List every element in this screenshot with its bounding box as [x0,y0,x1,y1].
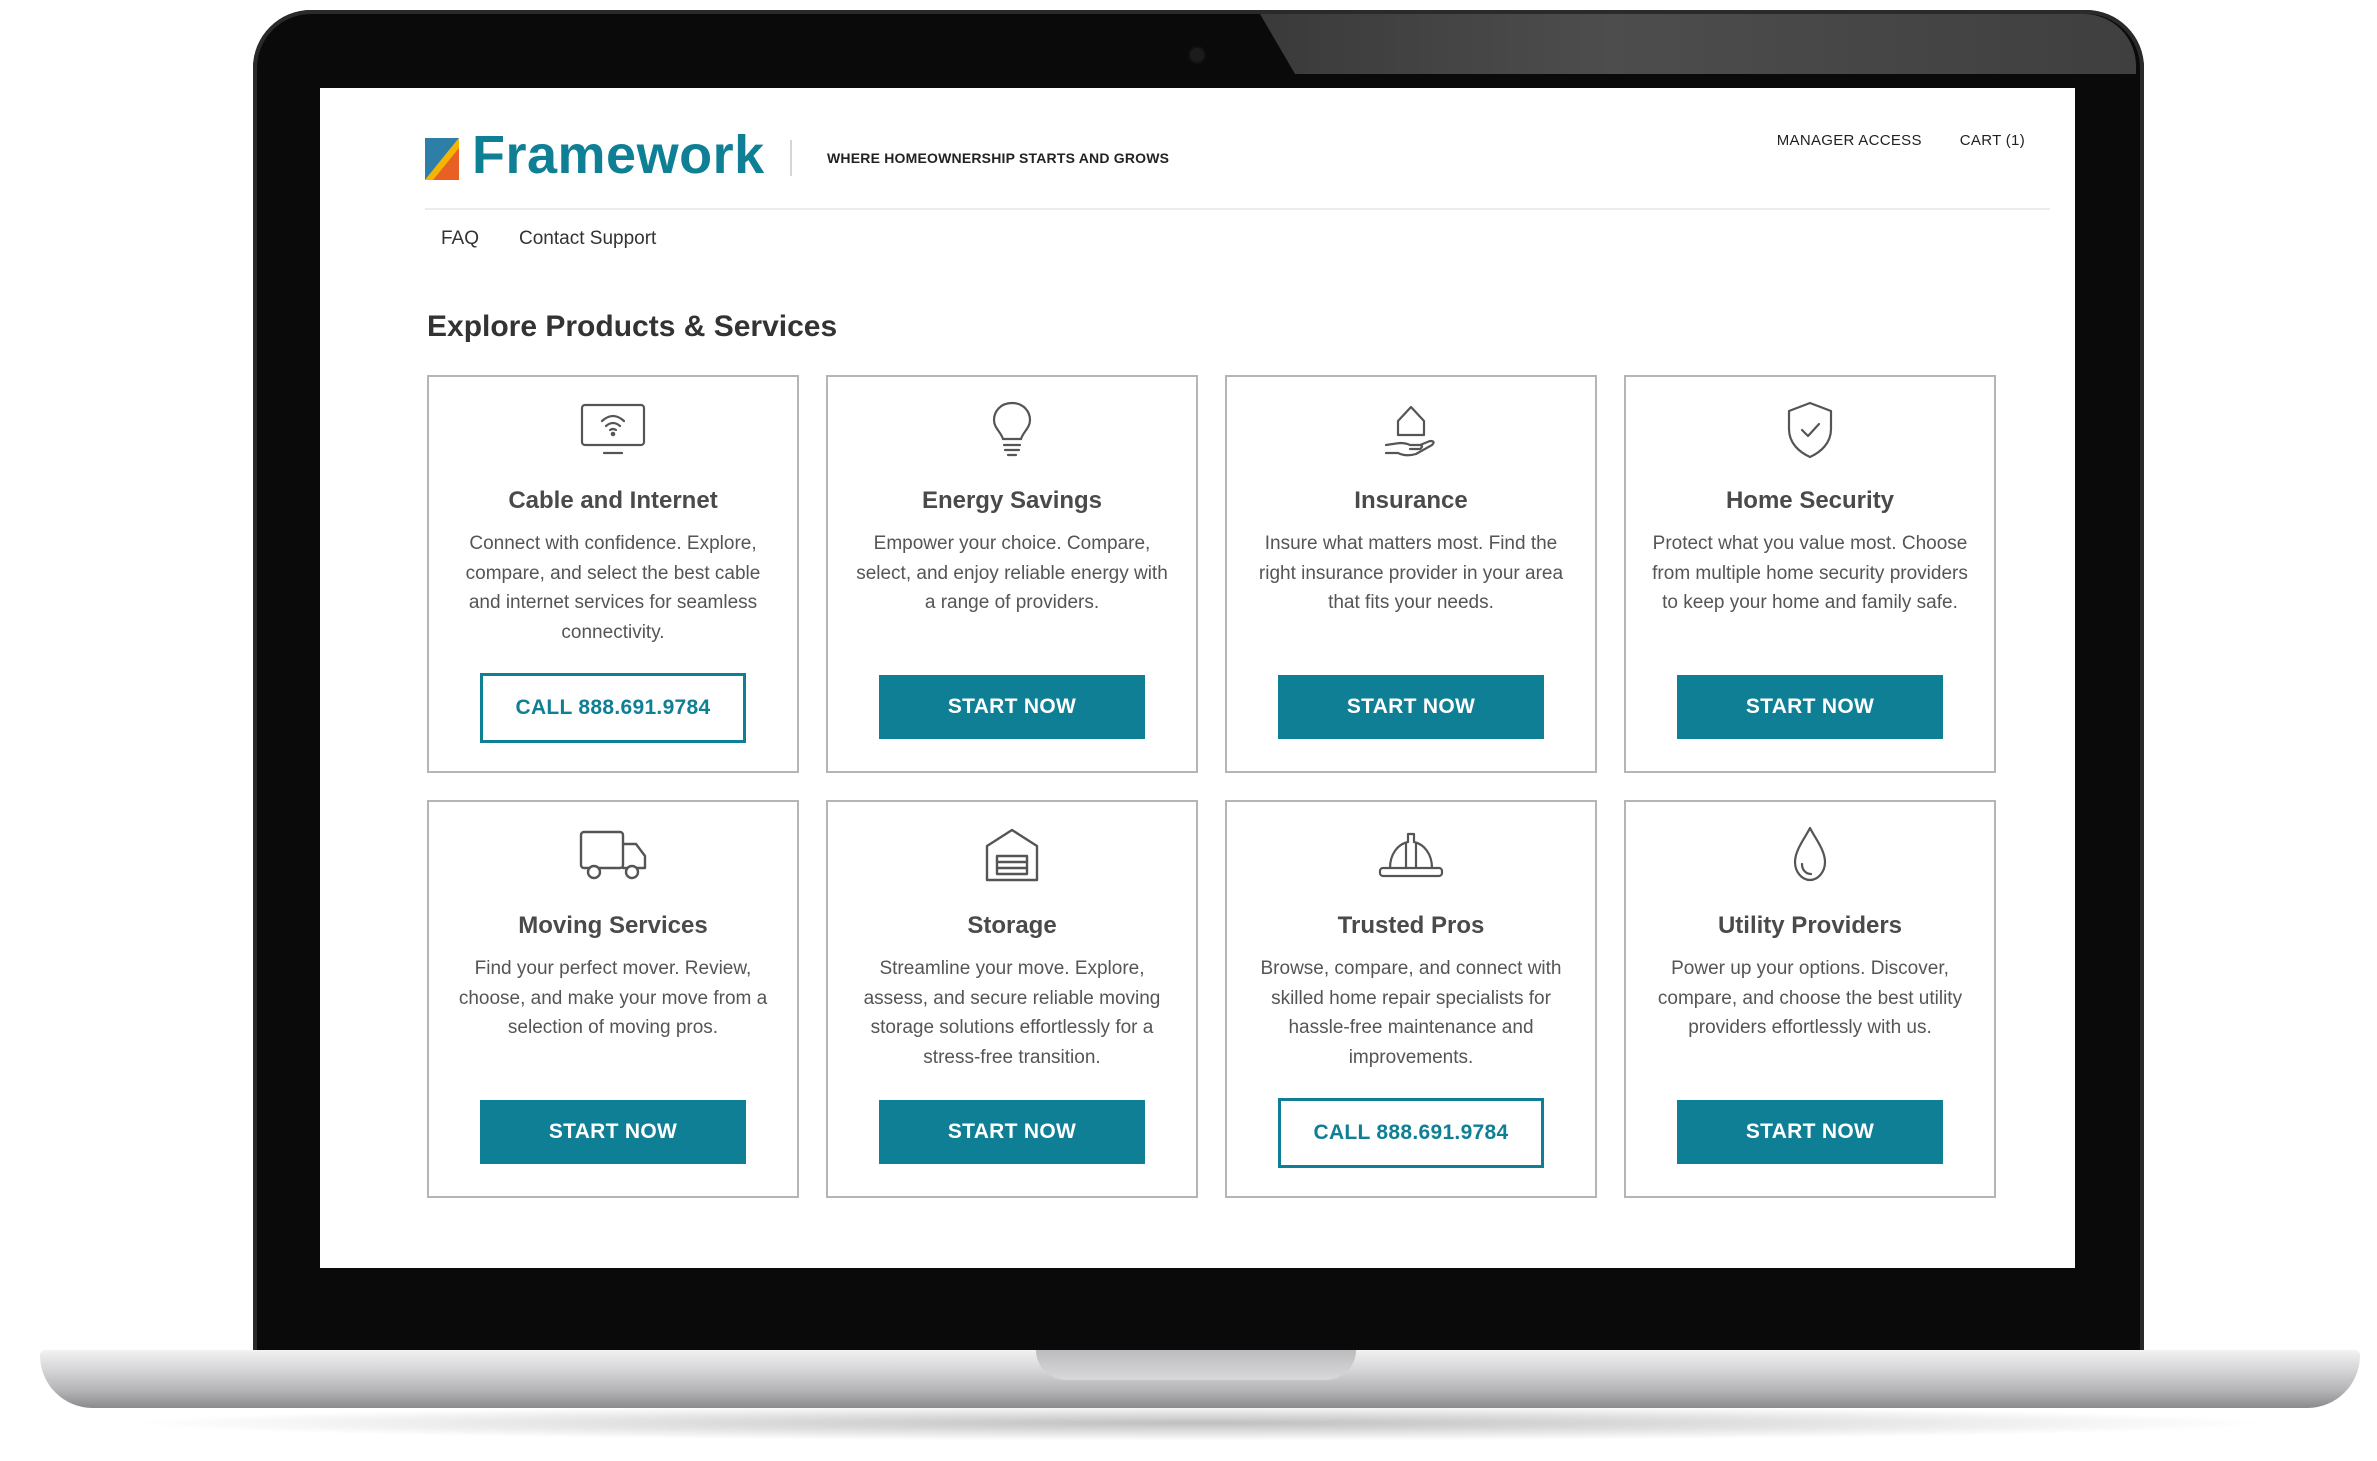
card-title: Storage [967,912,1057,939]
truck-icon [578,824,648,886]
card-title: Trusted Pros [1337,912,1485,939]
camera-icon [1190,48,1204,62]
card-energy-savings: Energy Savings Empower your choice. Comp… [826,375,1198,773]
services-grid: Cable and Internet Connect with confiden… [427,375,1996,1198]
lightbulb-icon [977,399,1047,461]
card-title: Insurance [1354,487,1468,514]
logo-divider [790,140,792,176]
card-moving-services: Moving Services Find your perfect mover.… [427,800,799,1198]
card-description: Find your perfect mover. Review, choose,… [458,958,768,1038]
card-description: Browse, compare, and connect with skille… [1260,958,1562,1068]
brand-name[interactable]: Framework [472,124,765,186]
card-title: Cable and Internet [508,487,718,514]
start-now-button[interactable]: START NOW [1278,675,1544,739]
laptop-base-notch [1036,1350,1356,1380]
house-in-hand-icon [1376,399,1446,461]
water-drop-icon [1775,824,1845,886]
card-trusted-pros: Trusted Pros Browse, compare, and connec… [1225,800,1597,1198]
lid-glare [1260,14,2136,74]
browser-screen: Framework WHERE HOMEOWNERSHIP STARTS AND… [320,88,2075,1268]
hard-hat-icon [1376,824,1446,886]
shield-check-icon [1775,399,1845,461]
card-storage: Storage Streamline your move. Explore, a… [826,800,1198,1198]
start-now-button[interactable]: START NOW [879,675,1145,739]
call-button[interactable]: CALL 888.691.9784 [1278,1098,1544,1168]
start-now-button[interactable]: START NOW [1677,1100,1943,1164]
card-description: Streamline your move. Explore, assess, a… [863,958,1161,1068]
laptop-shadow [120,1405,2280,1441]
card-cable-internet: Cable and Internet Connect with confiden… [427,375,799,773]
site-header: Framework WHERE HOMEOWNERSHIP STARTS AND… [425,88,2050,210]
page-title: Explore Products & Services [427,310,838,343]
card-home-security: Home Security Protect what you value mos… [1624,375,1996,773]
tv-wifi-icon [578,399,648,461]
start-now-button[interactable]: START NOW [1677,675,1943,739]
card-utility-providers: Utility Providers Power up your options.… [1624,800,1996,1198]
brand-tagline: WHERE HOMEOWNERSHIP STARTS AND GROWS [827,150,1170,166]
storage-icon [977,824,1047,886]
start-now-button[interactable]: START NOW [879,1100,1145,1164]
sub-navigation: FAQ Contact Support [441,228,656,250]
framework-logo-icon[interactable] [425,138,459,180]
faq-link[interactable]: FAQ [441,228,479,250]
card-title: Utility Providers [1717,912,1903,939]
card-title: Moving Services [518,912,708,939]
card-description: Insure what matters most. Find the right… [1258,533,1564,613]
top-links: MANAGER ACCESS CART (1) [1777,132,2025,149]
manager-access-link[interactable]: MANAGER ACCESS [1777,132,1922,149]
card-insurance: Insurance Insure what matters most. Find… [1225,375,1597,773]
start-now-button[interactable]: START NOW [480,1100,746,1164]
call-button[interactable]: CALL 888.691.9784 [480,673,746,743]
card-description: Empower your choice. Compare, select, an… [856,533,1168,613]
cart-link[interactable]: CART (1) [1960,132,2025,149]
card-description: Connect with confidence. Explore, compar… [465,533,761,643]
card-description: Power up your options. Discover, compare… [1657,958,1963,1038]
card-title: Home Security [1725,487,1895,514]
card-description: Protect what you value most. Choose from… [1652,533,1968,613]
contact-support-link[interactable]: Contact Support [519,228,656,250]
card-title: Energy Savings [921,487,1103,514]
